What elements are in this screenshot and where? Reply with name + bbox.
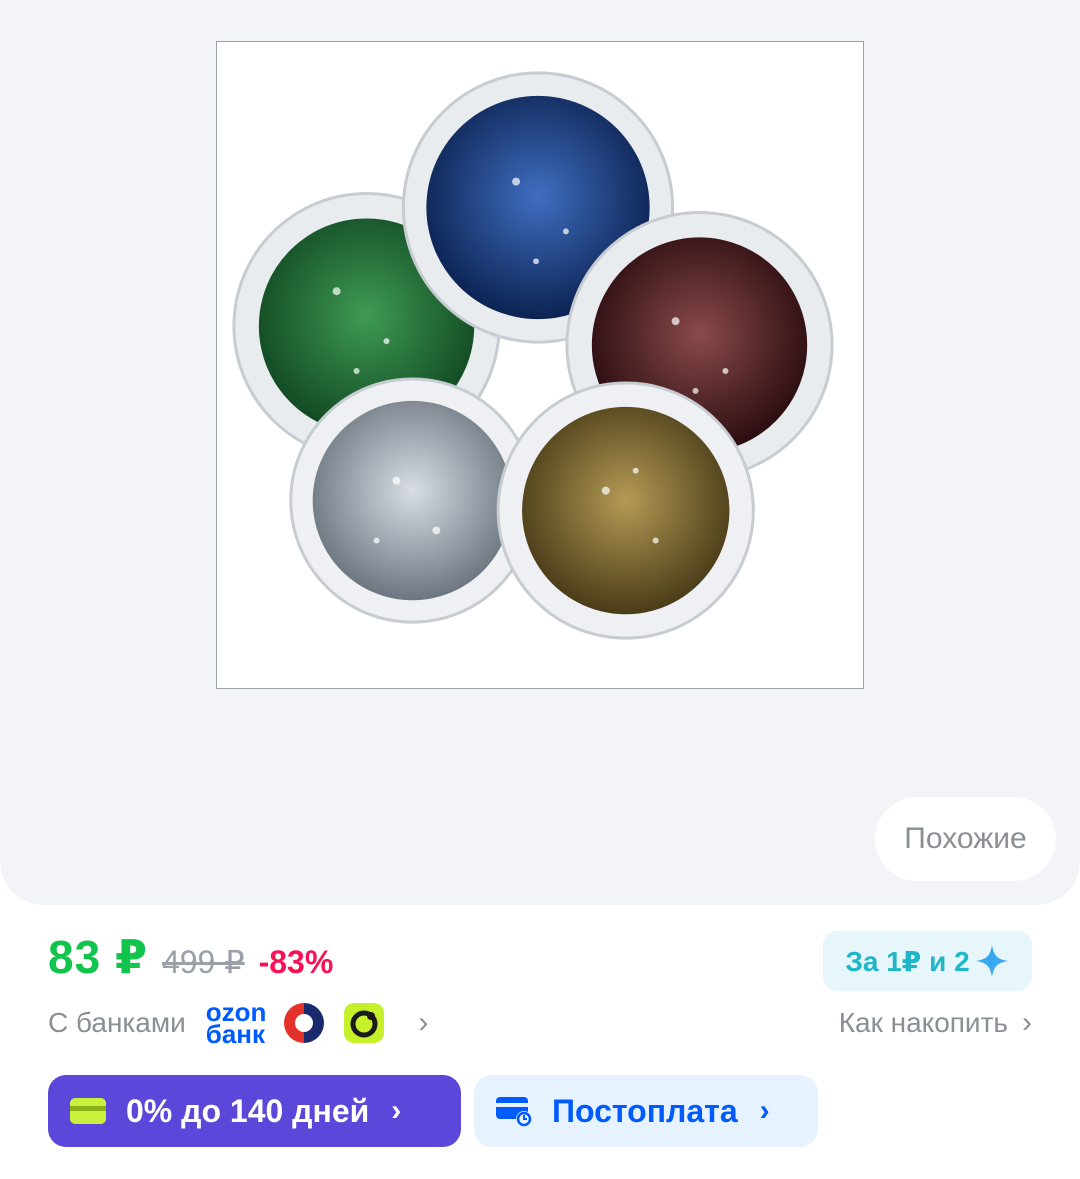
glitter-jars-illustration: [232, 71, 834, 640]
how-to-save-label: Как накопить: [838, 1007, 1008, 1038]
chevron-right-icon: ›: [391, 1094, 402, 1127]
postpay-label: Постоплата: [552, 1092, 738, 1129]
installment-button[interactable]: 0% до 140 дней ›: [48, 1075, 461, 1147]
ozon-logo-line2: банк: [205, 1019, 266, 1049]
installment-label: 0% до 140 дней: [126, 1092, 370, 1129]
chevron-right-icon: ›: [759, 1094, 770, 1127]
sparkle-star-icon: [975, 945, 1008, 977]
price-block: 83 ₽ 499 ₽ -83%: [48, 930, 333, 984]
ozon-bank-logo: ozon банк: [205, 999, 267, 1049]
chevron-right-icon: ›: [418, 1006, 429, 1039]
product-image[interactable]: [216, 41, 864, 689]
card-clock-icon: [496, 1097, 532, 1127]
green-bank-logo-icon: [344, 1003, 385, 1043]
sber-like-logo-icon: [284, 1003, 325, 1043]
similar-products-button[interactable]: Похожие: [875, 797, 1056, 881]
banks-label: С банками: [48, 1007, 186, 1038]
old-price: 499 ₽: [161, 944, 245, 980]
postpay-button[interactable]: Постоплата ›: [474, 1075, 818, 1147]
chevron-right-icon: ›: [1022, 1006, 1032, 1039]
bank-offers-row[interactable]: С банками ozon банк ›: [48, 995, 428, 1051]
current-price: 83 ₽: [48, 931, 148, 983]
product-gallery: Похожие: [0, 0, 1080, 905]
points-bonus-badge[interactable]: За 1₽ и 2: [823, 931, 1032, 991]
how-to-save-link[interactable]: Как накопить ›: [839, 1001, 1032, 1045]
discount-badge: -83%: [258, 944, 334, 980]
card-icon: [70, 1098, 106, 1124]
bonus-text: За 1₽ и 2: [845, 945, 970, 977]
